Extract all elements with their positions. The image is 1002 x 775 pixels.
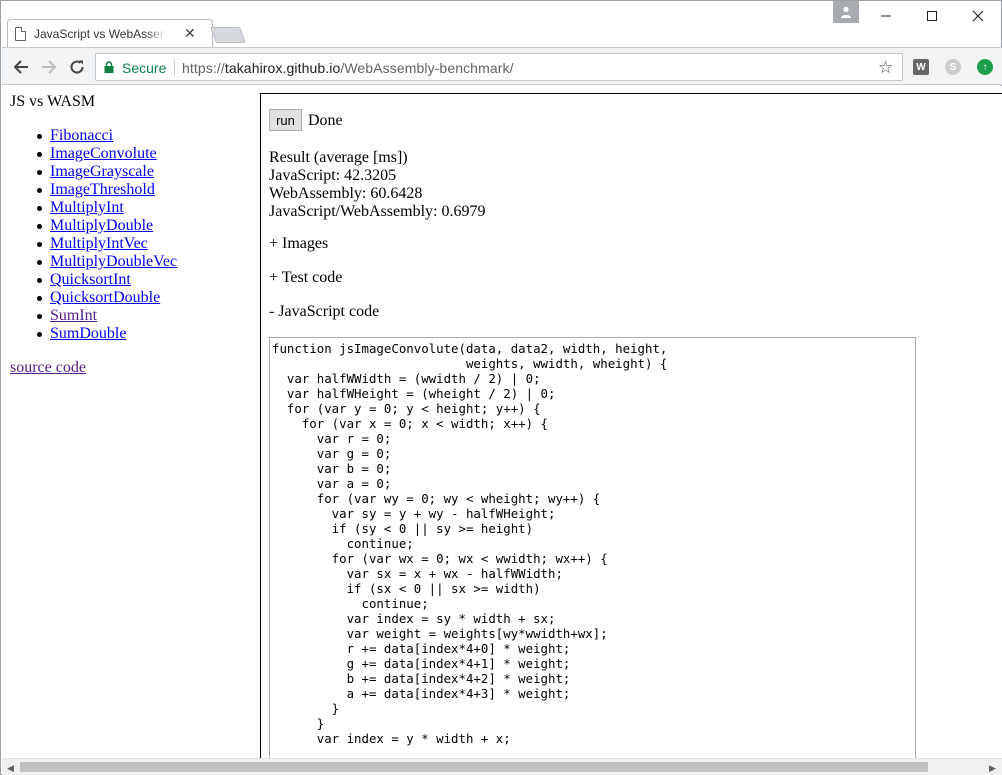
page-content: JS vs WASM Fibonacci ImageConvolute Imag… bbox=[2, 86, 1002, 758]
minimize-icon bbox=[881, 15, 891, 17]
url-text[interactable]: https://takahirox.github.io/WebAssembly-… bbox=[182, 60, 514, 76]
tab-close-icon[interactable]: ✕ bbox=[184, 25, 196, 41]
close-icon bbox=[972, 10, 984, 22]
person-icon bbox=[841, 6, 851, 18]
url-scheme: https:// bbox=[182, 60, 225, 76]
reload-icon bbox=[70, 60, 84, 74]
scroll-right-icon[interactable]: ▶ bbox=[989, 763, 996, 774]
javascript-code: function jsImageConvolute(data, data2, w… bbox=[272, 341, 668, 746]
url-path: /WebAssembly-benchmark/ bbox=[340, 60, 514, 76]
document-icon bbox=[15, 27, 26, 41]
lock-icon bbox=[104, 61, 114, 73]
javascript-code-textarea[interactable]: function jsImageConvolute(data, data2, w… bbox=[269, 337, 916, 758]
tab-strip: JavaScript vs WebAssembly ✕ bbox=[1, 1, 1001, 49]
extension-update-icon[interactable]: ↑ bbox=[977, 59, 993, 75]
extension-w-icon[interactable]: W bbox=[913, 59, 929, 75]
arrow-left-icon bbox=[13, 60, 28, 74]
list-item: QuicksortDouble bbox=[36, 289, 177, 307]
list-item: Fibonacci bbox=[36, 127, 177, 145]
benchmark-link-multiplyint[interactable]: MultiplyInt bbox=[50, 199, 124, 216]
maximize-button[interactable] bbox=[909, 5, 955, 27]
tab-content: JavaScript vs WebAssembly bbox=[15, 25, 166, 43]
forward-button[interactable] bbox=[38, 56, 60, 78]
benchmark-link-multiplydouble[interactable]: MultiplyDouble bbox=[50, 217, 153, 234]
bookmark-star-icon[interactable]: ☆ bbox=[878, 58, 893, 78]
benchmark-link-fibonacci[interactable]: Fibonacci bbox=[50, 127, 113, 144]
sidebar: JS vs WASM Fibonacci ImageConvolute Imag… bbox=[2, 86, 260, 758]
address-bar[interactable]: Secure https://takahirox.github.io/WebAs… bbox=[95, 53, 903, 81]
benchmark-link-imageconvolute[interactable]: ImageConvolute bbox=[50, 145, 157, 162]
result-block: Result (average [ms]) JavaScript: 42.320… bbox=[269, 149, 485, 221]
benchmark-frame: run Done Result (average [ms]) JavaScrip… bbox=[260, 93, 1002, 758]
browser-window: JavaScript vs WebAssembly ✕ bbox=[0, 0, 1002, 775]
extension-skype-icon[interactable]: S bbox=[945, 59, 961, 75]
images-toggle[interactable]: + Images bbox=[269, 235, 328, 253]
list-item: MultiplyInt bbox=[36, 199, 177, 217]
scroll-left-icon[interactable]: ◀ bbox=[7, 763, 14, 774]
list-item: SumDouble bbox=[36, 325, 177, 343]
tab-title[interactable]: JavaScript vs WebAssembly bbox=[34, 27, 166, 41]
horizontal-scrollbar[interactable]: ◀ ▶ bbox=[2, 758, 1002, 775]
reload-button[interactable] bbox=[66, 56, 88, 78]
benchmark-list: Fibonacci ImageConvolute ImageGrayscale … bbox=[36, 127, 177, 343]
javascript-code-toggle[interactable]: - JavaScript code bbox=[269, 303, 379, 321]
source-code-link[interactable]: source code bbox=[10, 359, 86, 377]
run-button[interactable]: run bbox=[269, 109, 302, 131]
site-title: JS vs WASM bbox=[10, 93, 96, 110]
test-code-toggle[interactable]: + Test code bbox=[269, 269, 342, 287]
browser-toolbar: Secure https://takahirox.github.io/WebAs… bbox=[2, 47, 1002, 85]
javascript-result: JavaScript: 42.3205 bbox=[269, 167, 397, 184]
list-item: QuicksortInt bbox=[36, 271, 177, 289]
benchmark-link-sumdouble[interactable]: SumDouble bbox=[50, 325, 126, 342]
webassembly-result: WebAssembly: 60.6428 bbox=[269, 185, 423, 202]
list-item: MultiplyDoubleVec bbox=[36, 253, 177, 271]
benchmark-link-quicksortdouble[interactable]: QuicksortDouble bbox=[50, 289, 160, 306]
url-divider bbox=[174, 59, 175, 76]
profile-button[interactable] bbox=[833, 1, 859, 23]
benchmark-link-multiplydoublevec[interactable]: MultiplyDoubleVec bbox=[50, 253, 177, 270]
new-tab-button[interactable] bbox=[210, 27, 246, 43]
list-item: MultiplyDouble bbox=[36, 217, 177, 235]
benchmark-link-imagegrayscale[interactable]: ImageGrayscale bbox=[50, 163, 154, 180]
benchmark-link-imagethreshold[interactable]: ImageThreshold bbox=[50, 181, 155, 198]
ratio-result: JavaScript/WebAssembly: 0.6979 bbox=[269, 203, 486, 220]
back-button[interactable] bbox=[10, 56, 32, 78]
list-item: ImageConvolute bbox=[36, 145, 177, 163]
benchmark-link-quicksortint[interactable]: QuicksortInt bbox=[50, 271, 131, 288]
scrollbar-thumb[interactable] bbox=[20, 762, 928, 772]
list-item: SumInt bbox=[36, 307, 177, 325]
benchmark-link-multiplyintvec[interactable]: MultiplyIntVec bbox=[50, 235, 148, 252]
url-host: takahirox.github.io bbox=[224, 60, 341, 76]
minimize-button[interactable] bbox=[863, 5, 909, 27]
result-heading: Result (average [ms]) bbox=[269, 149, 408, 166]
arrow-right-icon bbox=[42, 60, 57, 74]
maximize-icon bbox=[927, 11, 937, 21]
list-item: ImageGrayscale bbox=[36, 163, 177, 181]
secure-label: Secure bbox=[122, 60, 167, 76]
list-item: MultiplyIntVec bbox=[36, 235, 177, 253]
list-item: ImageThreshold bbox=[36, 181, 177, 199]
benchmark-link-sumint[interactable]: SumInt bbox=[50, 307, 97, 324]
status-text: Done bbox=[308, 112, 343, 129]
close-window-button[interactable] bbox=[955, 5, 1001, 27]
